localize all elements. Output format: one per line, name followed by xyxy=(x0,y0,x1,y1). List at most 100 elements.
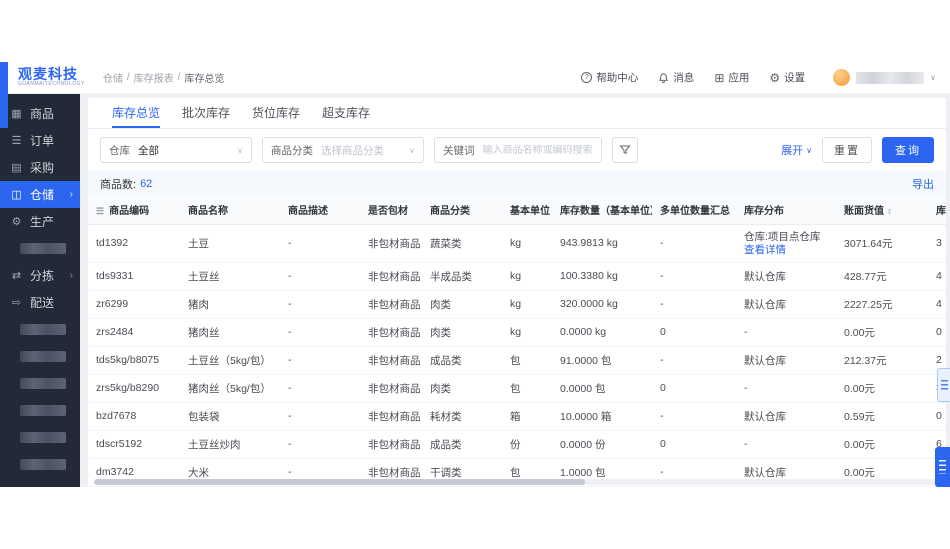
column-config-icon[interactable]: ☰ xyxy=(96,206,104,216)
sidebar-item-label: 订单 xyxy=(30,134,55,148)
cell-value: 3071.64元 xyxy=(836,224,928,263)
messages-button[interactable]: 消息 xyxy=(658,70,694,85)
production-icon: ⚙ xyxy=(11,216,22,228)
query-button[interactable]: 查询 xyxy=(882,137,934,163)
apps-label: 应用 xyxy=(728,72,750,84)
cell-desc: - xyxy=(280,430,360,459)
col-header-value[interactable]: 账面货值 ▲ ▼ xyxy=(836,196,928,225)
col-header-packaging: 是否包材 xyxy=(360,196,422,225)
brand-logo[interactable]: 观麦科技 GUANMAITECHNOLOGY xyxy=(18,67,85,88)
bell-icon xyxy=(658,72,669,84)
floating-tab-upper[interactable] xyxy=(937,368,950,402)
redacted-label xyxy=(20,459,66,470)
sidebar-item-redacted[interactable] xyxy=(0,343,80,370)
sidebar-item-redacted[interactable] xyxy=(0,316,80,343)
inventory-table-wrap: ☰商品编码商品名称商品描述是否包材商品分类基本单位库存数量（基本单位）▲▼多单位… xyxy=(88,196,946,487)
apps-button[interactable]: ⊞ 应用 xyxy=(714,70,749,85)
expand-toggle[interactable]: 展开 ∨ xyxy=(781,142,812,158)
cell-multi: - xyxy=(652,224,736,263)
floating-tab-lower[interactable] xyxy=(935,447,950,487)
settings-button[interactable]: ⚙ 设置 xyxy=(769,70,805,85)
orders-icon: ☰ xyxy=(11,135,22,147)
redacted-label xyxy=(20,378,66,389)
list-icon xyxy=(940,379,948,391)
reset-button[interactable]: 重置 xyxy=(822,137,872,163)
tab-location[interactable]: 货位库存 xyxy=(252,98,300,128)
sidebar-item-sorting[interactable]: ⇄ 分拣 › xyxy=(0,262,80,289)
cell-multi: 0 xyxy=(652,430,736,459)
cell-unit: 箱 xyxy=(502,402,552,431)
warehouse-select[interactable]: 仓库 全部 ∨ xyxy=(100,137,252,163)
breadcrumb-item-warehouse[interactable]: 仓储 xyxy=(103,70,123,85)
horizontal-scrollbar-track xyxy=(94,479,940,485)
col-header-unit: 基本单位 xyxy=(502,196,552,225)
sidebar-item-redacted[interactable] xyxy=(0,397,80,424)
sidebar-item-label: 商品 xyxy=(30,107,55,121)
breadcrumb-item-report[interactable]: 库存报表 xyxy=(134,70,174,85)
sidebar-item-delivery[interactable]: ⇨ 配送 xyxy=(0,289,80,316)
account-menu[interactable]: ∨ xyxy=(833,69,936,86)
filter-bar: 仓库 全部 ∨ 商品分类 选择商品分类 ∨ 关键词 展开 ∨ xyxy=(88,129,946,171)
header-label: 账面货值 xyxy=(844,206,884,218)
keyword-input[interactable] xyxy=(482,144,593,156)
tab-overdraft[interactable]: 超支库存 xyxy=(322,98,370,128)
col-header-extra: 库 xyxy=(928,196,946,225)
cell-qty: 943.9813 kg xyxy=(552,224,652,263)
cell-unit: kg xyxy=(502,318,552,347)
cell-qty: 91.0000 包 xyxy=(552,346,652,375)
breadcrumb: 仓储 / 库存报表 / 库存总览 xyxy=(103,70,225,85)
sidebar-item-orders[interactable]: ☰ 订单 xyxy=(0,127,80,154)
product-count-label: 商品数: xyxy=(100,178,137,191)
cell-value: 0.00元 xyxy=(836,430,928,459)
sidebar-item-redacted[interactable] xyxy=(0,235,80,262)
cell-desc: - xyxy=(280,224,360,263)
col-header-category: 商品分类 xyxy=(422,196,502,225)
chevron-down-icon: ∨ xyxy=(237,145,243,155)
cell-desc: - xyxy=(280,402,360,431)
col-header-code: ☰ 商品编码 xyxy=(88,196,180,225)
header-label: 商品名称 xyxy=(188,206,228,218)
sidebar-item-redacted[interactable] xyxy=(0,451,80,478)
cell-unit: 包 xyxy=(502,374,552,403)
redacted-label xyxy=(20,351,66,362)
cell-category: 成品类 xyxy=(422,430,502,459)
cell-qty: 0.0000 份 xyxy=(552,430,652,459)
redacted-label xyxy=(20,405,66,416)
category-label: 商品分类 xyxy=(271,144,313,157)
view-detail-link[interactable]: 查看详情 xyxy=(744,244,828,257)
sidebar-item-redacted[interactable] xyxy=(0,424,80,451)
warehouse-icon: ◫ xyxy=(11,189,22,201)
keyword-label: 关键词 xyxy=(443,144,475,157)
cell-unit: 包 xyxy=(502,346,552,375)
chevron-right-icon: › xyxy=(69,270,73,281)
header-label: 基本单位 xyxy=(510,206,550,218)
cell-value: 0.59元 xyxy=(836,402,928,431)
sidebar-item-products[interactable]: ▦ 商品 xyxy=(0,100,80,127)
sidebar-item-production[interactable]: ⚙ 生产 xyxy=(0,208,80,235)
chevron-right-icon: › xyxy=(69,189,73,200)
cell-desc: - xyxy=(280,374,360,403)
table-row: td1392 土豆 - 非包材商品 蔬菜类 kg 943.9813 kg - 仓库:项目点仓库查… xyxy=(88,224,946,263)
cell-name: 猪肉丝 xyxy=(180,318,280,347)
cell-qty: 10.0000 箱 xyxy=(552,402,652,431)
horizontal-scrollbar-thumb[interactable] xyxy=(94,479,585,485)
cell-distribution: 仓库:项目点仓库 查看详情 xyxy=(736,224,836,263)
sidebar-item-purchase[interactable]: ▤ 采购 xyxy=(0,154,80,181)
cell-distribution: - xyxy=(736,318,836,347)
category-select[interactable]: 商品分类 选择商品分类 ∨ xyxy=(262,137,424,163)
tab-batch[interactable]: 批次库存 xyxy=(182,98,230,128)
warehouse-value: 全部 xyxy=(138,144,159,157)
cell-category: 耗材类 xyxy=(422,402,502,431)
col-header-qty[interactable]: 库存数量（基本单位）▲▼ xyxy=(552,196,652,225)
cell-value: 0.00元 xyxy=(836,318,928,347)
sidebar-item-redacted[interactable] xyxy=(0,370,80,397)
keyword-field[interactable]: 关键词 xyxy=(434,137,602,163)
cell-extra: 4 xyxy=(928,290,946,319)
sort-icon[interactable]: ▲ ▼ xyxy=(887,207,892,216)
distribution-text: 仓库:项目点仓库 xyxy=(744,230,821,243)
advanced-filter-button[interactable] xyxy=(612,137,638,163)
help-center-button[interactable]: ? 帮助中心 xyxy=(581,70,638,85)
tab-overview[interactable]: 库存总览 xyxy=(112,98,161,128)
export-link[interactable]: 导出 xyxy=(912,176,934,192)
sidebar-item-warehouse[interactable]: ◫ 仓储 › xyxy=(0,181,80,208)
